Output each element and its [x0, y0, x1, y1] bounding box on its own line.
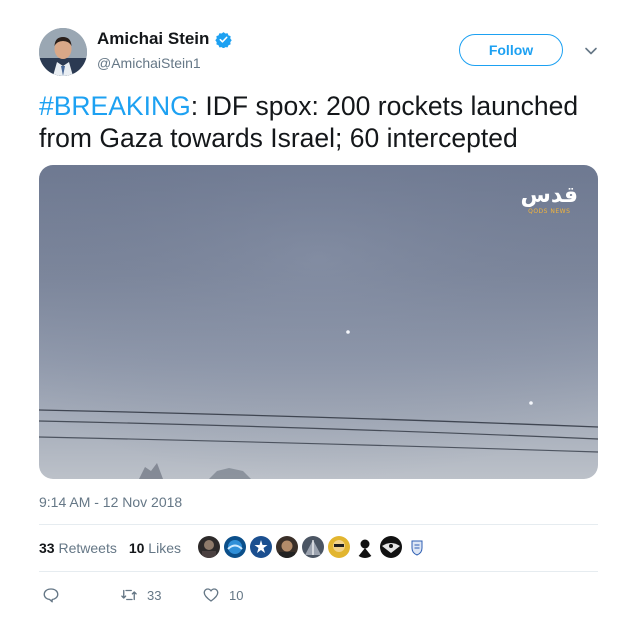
divider	[39, 524, 598, 525]
liker-avatar[interactable]	[302, 536, 324, 558]
like-count: 10	[229, 587, 244, 603]
author-name[interactable]: Amichai Stein	[97, 29, 209, 49]
liker-avatar[interactable]	[354, 536, 376, 558]
profile-photo-icon	[39, 28, 87, 76]
likes-stat[interactable]: 10 Likes	[129, 540, 181, 556]
follow-button[interactable]: Follow	[459, 34, 563, 66]
reply-icon	[43, 588, 59, 603]
likes-count: 10	[128, 540, 145, 556]
liker-avatar[interactable]	[224, 536, 246, 558]
liker-avatar[interactable]	[250, 536, 272, 558]
video-frame-sky	[39, 165, 598, 479]
retweet-count: 33	[147, 587, 162, 603]
tweet-text: #BREAKING: IDF spox: 200 rockets launche…	[39, 90, 609, 154]
author-name-row[interactable]: Amichai Stein	[97, 29, 233, 49]
author-handle[interactable]: @AmichaiStein1	[97, 55, 201, 71]
retweets-count: 33	[39, 540, 55, 556]
liker-avatars	[198, 536, 428, 558]
chevron-down-icon[interactable]	[584, 44, 598, 58]
reply-button[interactable]	[42, 586, 69, 604]
tweet-card: Amichai Stein @AmichaiStein1 Follow #BRE…	[0, 0, 639, 631]
hashtag-link[interactable]: #BREAKING	[39, 91, 191, 121]
author-avatar[interactable]	[39, 28, 87, 76]
retweets-stat[interactable]: 33 Retweets	[39, 540, 117, 556]
divider	[39, 571, 598, 572]
retweet-button[interactable]: 33	[120, 586, 161, 604]
liker-avatar[interactable]	[380, 536, 402, 558]
tweet-video[interactable]: قدس QODS NEWS	[39, 165, 598, 479]
heart-icon	[203, 588, 219, 602]
channel-logo-subtext: QODS NEWS	[528, 208, 571, 215]
liker-avatar[interactable]	[276, 536, 298, 558]
channel-logo-text: قدس	[520, 183, 578, 208]
verified-badge-icon	[215, 31, 233, 48]
retweets-label: Retweets	[58, 540, 117, 556]
likes-label: Likes	[148, 540, 181, 556]
tweet-stats: 33 Retweets 10 Likes	[39, 540, 181, 556]
liker-avatar[interactable]	[198, 536, 220, 558]
channel-logo: قدس QODS NEWS	[520, 183, 578, 216]
liker-avatar[interactable]	[328, 536, 350, 558]
liker-avatar[interactable]	[406, 536, 428, 558]
tweet-actions: 33 10	[39, 586, 339, 606]
like-button[interactable]: 10	[202, 586, 243, 604]
retweet-icon	[121, 589, 137, 601]
tweet-timestamp[interactable]: 9:14 AM - 12 Nov 2018	[39, 494, 182, 510]
